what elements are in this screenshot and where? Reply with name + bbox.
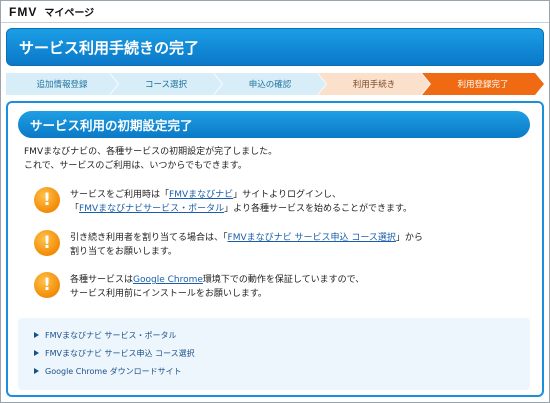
intro-line-2: これで、サービスのご利用は、いつからでもできます。	[24, 161, 247, 171]
related-links: FMVまなびナビ サービス・ポータル FMVまなびナビ サービス申込 コース選択…	[18, 318, 530, 390]
notice-text-part: 「	[70, 204, 80, 214]
intro-line-1: FMVまなびナビの、各種サービスの初期設定が完了しました。	[24, 147, 278, 157]
link-service-portal[interactable]: FMVまなびナビ サービス・ポータル	[34, 326, 530, 344]
notice-text-part: 環境下での動作を保証していますので、	[202, 275, 365, 285]
warning-icon: !	[34, 187, 60, 213]
mypage-label[interactable]: マイページ	[44, 4, 94, 19]
progress-steps: 追加情報登録 コース選択 申込の確認 利用手続き 利用登録完了	[6, 73, 544, 95]
step-confirm: 申込の確認	[214, 73, 326, 95]
notice-text-part: 」サイトよりログインし、	[233, 190, 341, 200]
link-chrome-download[interactable]: Google Chrome ダウンロードサイト	[34, 362, 530, 380]
notice-login: ! サービスをご利用時は「FMVまなびナビ」サイトよりログインし、 「FMVまな…	[34, 187, 412, 216]
section-header: サービス利用の初期設定完了	[18, 111, 530, 138]
triangle-right-icon	[34, 368, 39, 374]
warning-icon: !	[34, 230, 60, 256]
step-complete: 利用登録完了	[422, 73, 544, 95]
warning-icon: !	[34, 272, 60, 298]
notice-text-part: 各種サービスは	[70, 275, 134, 285]
notice-assign: ! 引き続き利用者を割り当てる場合は、「FMVまなびナビ サービス申込 コース選…	[34, 230, 423, 259]
intro-text: FMVまなびナビの、各種サービスの初期設定が完了しました。 これで、サービスのご…	[24, 145, 277, 173]
step-procedure: 利用手続き	[318, 73, 430, 95]
content-panel: サービス利用の初期設定完了 FMVまなびナビの、各種サービスの初期設定が完了しま…	[6, 101, 544, 397]
notice-text: サービスをご利用時は「FMVまなびナビ」サイトよりログインし、 「FMVまなびナ…	[70, 187, 412, 216]
step-course-select: コース選択	[110, 73, 222, 95]
link-label[interactable]: Google Chrome ダウンロードサイト	[45, 366, 182, 377]
notice-text-part: 」より各種サービスを始めることができます。	[224, 204, 413, 214]
triangle-right-icon	[34, 350, 39, 356]
notice-text-part: 」から	[395, 233, 423, 243]
page-title-bar: サービス利用手続きの完了	[6, 28, 544, 66]
fmv-logo[interactable]: FMV	[9, 5, 37, 19]
site-header: FMV マイページ	[1, 1, 549, 23]
section-title: サービス利用の初期設定完了	[30, 118, 193, 133]
notice-text-part: サービスをご利用時は「	[70, 190, 170, 200]
link-label[interactable]: FMVまなびナビ サービス申込 コース選択	[45, 348, 195, 359]
triangle-right-icon	[34, 332, 39, 338]
notice-text-part: サービス利用前にインストールをお願いします。	[70, 289, 267, 299]
service-portal-link[interactable]: FMVまなびナビサービス・ポータル	[79, 204, 224, 214]
notice-text: 各種サービスはGoogle Chrome環境下での動作を保証していますので、 サ…	[70, 272, 364, 301]
notice-chrome: ! 各種サービスはGoogle Chrome環境下での動作を保証していますので、…	[34, 272, 364, 301]
step-additional-info: 追加情報登録	[6, 73, 118, 95]
notice-text-part: 引き続き利用者を割り当てる場合は、「	[70, 233, 228, 243]
notice-text: 引き続き利用者を割り当てる場合は、「FMVまなびナビ サービス申込 コース選択」…	[70, 230, 423, 259]
page-title: サービス利用手続きの完了	[19, 38, 200, 57]
link-label[interactable]: FMVまなびナビ サービス・ポータル	[45, 330, 177, 341]
link-course-select[interactable]: FMVまなびナビ サービス申込 コース選択	[34, 344, 530, 362]
course-select-link[interactable]: FMVまなびナビ サービス申込 コース選択	[228, 233, 396, 243]
google-chrome-link[interactable]: Google Chrome	[133, 275, 203, 285]
notice-text-part: 割り当てをお願いします。	[70, 247, 177, 257]
manabi-navi-link[interactable]: FMVまなびナビ	[169, 190, 233, 200]
